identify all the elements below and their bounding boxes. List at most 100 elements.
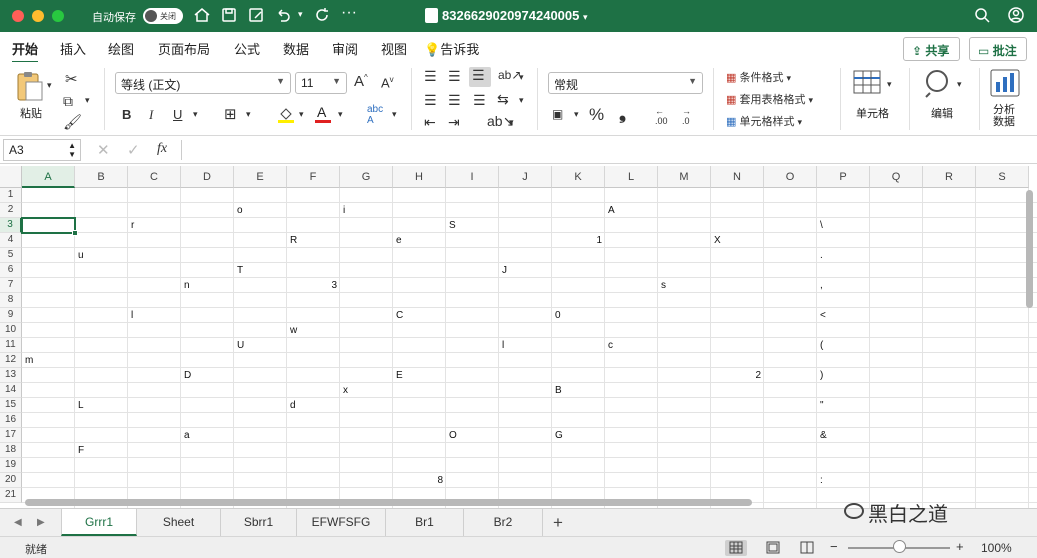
- name-box-stepper-icon[interactable]: ▲ ▼: [68, 141, 76, 159]
- cell[interactable]: &: [817, 428, 870, 443]
- increase-indent-icon[interactable]: ⇥: [448, 114, 460, 131]
- italic-button[interactable]: I: [149, 107, 153, 123]
- cell[interactable]: w: [287, 323, 340, 338]
- row-header[interactable]: 5: [0, 248, 22, 263]
- bold-button[interactable]: B: [122, 107, 131, 122]
- cell[interactable]: l: [499, 338, 552, 353]
- column-header[interactable]: S: [976, 166, 1029, 188]
- conditional-format-button[interactable]: ▦ 条件格式 ▾: [726, 69, 791, 85]
- sheet-tab[interactable]: Sbrr1: [221, 509, 297, 536]
- column-header[interactable]: I: [446, 166, 499, 188]
- align-center-icon[interactable]: ☰: [448, 92, 461, 109]
- cell[interactable]: X: [711, 233, 764, 248]
- align-right-icon[interactable]: ☰: [473, 92, 486, 109]
- zoom-in-button[interactable]: +: [956, 539, 964, 554]
- number-format-select[interactable]: 常规 ▼: [548, 72, 703, 94]
- row-header[interactable]: 19: [0, 458, 22, 473]
- zoom-level[interactable]: 100%: [981, 541, 1012, 555]
- cell[interactable]: x: [340, 383, 393, 398]
- home-icon[interactable]: [193, 6, 213, 26]
- cell[interactable]: m: [22, 353, 75, 368]
- row-header[interactable]: 16: [0, 413, 22, 428]
- sheet-tab[interactable]: EFWFSFG: [297, 509, 386, 536]
- worksheet-grid[interactable]: ABCDEFGHIJKLMNOPQRS 1 2 3 4 5 6 7 8 9 10 11 12 13 14 1…: [0, 166, 1037, 508]
- page-break-view-button[interactable]: [796, 540, 818, 556]
- increase-decimal-icon[interactable]: ← .00: [655, 106, 668, 126]
- column-header[interactable]: C: [128, 166, 181, 188]
- cell[interactable]: C: [393, 308, 446, 323]
- cell[interactable]: A: [605, 203, 658, 218]
- cell[interactable]: G: [552, 428, 605, 443]
- cell[interactable]: ,: [817, 278, 870, 293]
- align-left-icon[interactable]: ☰: [424, 92, 437, 109]
- cell[interactable]: c: [605, 338, 658, 353]
- comments-button[interactable]: ▭ 批注: [969, 37, 1027, 61]
- column-header[interactable]: D: [181, 166, 234, 188]
- cell[interactable]: ): [817, 368, 870, 383]
- format-painter-icon[interactable]: 🖌: [63, 113, 82, 131]
- edit-save-icon[interactable]: [247, 6, 267, 26]
- formula-input[interactable]: [190, 142, 1030, 158]
- borders-icon[interactable]: ⊞: [224, 105, 237, 123]
- cell[interactable]: S: [446, 218, 499, 233]
- tab-data[interactable]: 数据: [283, 39, 309, 58]
- column-header[interactable]: N: [711, 166, 764, 188]
- zoom-slider-knob[interactable]: [893, 540, 906, 553]
- font-color-icon[interactable]: A: [314, 104, 332, 124]
- row-header[interactable]: 1: [0, 188, 22, 203]
- accounting-format-icon[interactable]: ▣: [552, 107, 563, 121]
- tab-page-layout[interactable]: 页面布局: [158, 39, 210, 58]
- cell[interactable]: i: [340, 203, 393, 218]
- cell[interactable]: l: [128, 308, 181, 323]
- cell[interactable]: R: [287, 233, 340, 248]
- sheet-tab[interactable]: Sheet: [137, 509, 221, 536]
- percent-button[interactable]: %: [589, 105, 604, 125]
- accounting-dropdown-icon[interactable]: ▾: [574, 109, 579, 120]
- column-header[interactable]: A: [22, 166, 75, 188]
- maximize-window-button[interactable]: [52, 10, 64, 22]
- align-middle-icon[interactable]: ☰: [448, 68, 461, 85]
- row-header[interactable]: 8: [0, 293, 22, 308]
- cell[interactable]: 2: [711, 368, 764, 383]
- title-dropdown-icon[interactable]: ▾: [583, 12, 588, 22]
- copy-icon[interactable]: ⧉: [63, 93, 73, 110]
- column-header[interactable]: J: [499, 166, 552, 188]
- row-header[interactable]: 18: [0, 443, 22, 458]
- cell[interactable]: T: [234, 263, 287, 278]
- format-as-table-button[interactable]: ▦ 套用表格格式 ▾: [726, 91, 813, 107]
- fill-handle[interactable]: [72, 230, 78, 236]
- row-header[interactable]: 17: [0, 428, 22, 443]
- editing-search-icon[interactable]: [924, 68, 954, 98]
- column-header[interactable]: K: [552, 166, 605, 188]
- cell[interactable]: 1: [552, 233, 605, 248]
- cell[interactable]: O: [446, 428, 499, 443]
- tab-home[interactable]: 开始: [12, 39, 39, 64]
- row-header[interactable]: 4: [0, 233, 22, 248]
- underline-button[interactable]: U: [173, 107, 182, 122]
- decrease-decimal-icon[interactable]: → .0: [682, 106, 691, 126]
- normal-view-button[interactable]: [725, 540, 747, 556]
- tab-review[interactable]: 审阅: [332, 39, 358, 58]
- enter-icon[interactable]: ✓: [127, 141, 140, 159]
- copy-dropdown-icon[interactable]: ▾: [85, 95, 90, 106]
- cell[interactable]: (: [817, 338, 870, 353]
- merge-dropdown-icon[interactable]: ▾: [519, 95, 524, 106]
- zoom-out-button[interactable]: −: [830, 539, 838, 554]
- column-header[interactable]: L: [605, 166, 658, 188]
- row-header[interactable]: 9: [0, 308, 22, 323]
- cell[interactable]: :: [817, 473, 870, 488]
- add-sheet-button[interactable]: +: [553, 513, 563, 533]
- redo-icon[interactable]: [313, 6, 333, 26]
- fill-dropdown-icon[interactable]: ▾: [299, 109, 304, 120]
- cell[interactable]: e: [393, 233, 446, 248]
- cancel-icon[interactable]: ✕: [97, 141, 110, 159]
- cell-area[interactable]: o i Ar S \ Re 1 Xu. T Jn 3 s, l C 0 < w Ul c (m D E 2) x B Ld " a O G…: [21, 188, 1037, 508]
- column-header[interactable]: Q: [870, 166, 923, 188]
- cell[interactable]: ": [817, 398, 870, 413]
- cell[interactable]: r: [128, 218, 181, 233]
- decrease-indent-icon[interactable]: ⇤: [424, 114, 436, 131]
- column-header[interactable]: M: [658, 166, 711, 188]
- vertical-scrollbar[interactable]: [1026, 190, 1033, 308]
- tell-me[interactable]: 💡告诉我: [424, 39, 479, 58]
- paste-dropdown-icon[interactable]: ▾: [47, 80, 52, 91]
